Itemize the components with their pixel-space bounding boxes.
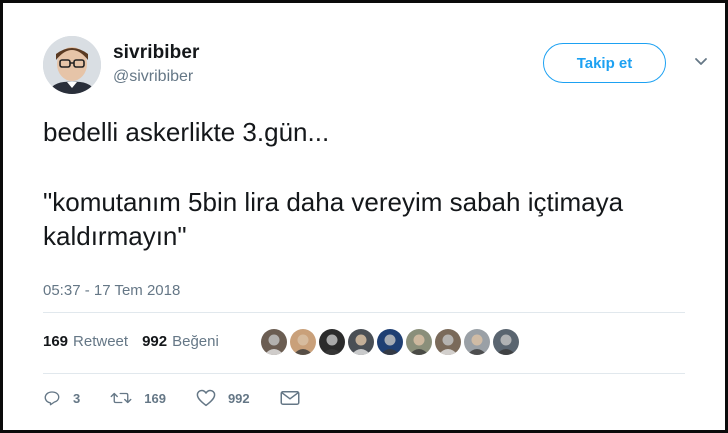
author-names: sivribiber @sivribiber [113, 42, 200, 86]
liker-avatar[interactable] [435, 329, 461, 355]
tweet-header: sivribiber @sivribiber Takip et [43, 36, 707, 100]
liker-avatar-8-icon [464, 329, 490, 355]
liker-avatar[interactable] [261, 329, 287, 355]
envelope-icon [280, 391, 300, 405]
liker-avatar[interactable] [377, 329, 403, 355]
like-stat[interactable]: 992 Beğeni [142, 333, 219, 350]
tweet-actions: 3 169 992 [43, 389, 342, 407]
author-display-name[interactable]: sivribiber [113, 42, 200, 64]
tweet-line-1: bedelli askerlikte 3.gün... [43, 117, 330, 147]
tweet-timestamp[interactable]: 05:37 - 17 Tem 2018 [43, 282, 180, 299]
reply-button[interactable]: 3 [43, 389, 80, 407]
user-avatar-photo [43, 36, 101, 94]
direct-message-button[interactable] [280, 390, 312, 406]
tweet-card: sivribiber @sivribiber Takip et bedelli … [0, 0, 728, 433]
like-button[interactable]: 992 [196, 389, 250, 407]
divider [43, 312, 685, 313]
author-handle[interactable]: @sivribiber [113, 68, 200, 86]
chevron-down-icon[interactable] [693, 54, 709, 70]
retweet-stat-label: Retweet [73, 333, 129, 350]
reply-icon [44, 391, 60, 406]
liker-avatar-4-icon [348, 329, 374, 355]
retweet-action-count: 169 [144, 390, 166, 406]
like-action-count: 992 [227, 390, 250, 406]
liker-avatar-6-icon [406, 329, 432, 355]
like-stat-count: 992 [142, 333, 168, 350]
heart-icon [196, 389, 216, 407]
liker-avatar[interactable] [464, 329, 490, 355]
reply-count: 3 [73, 390, 81, 406]
liker-avatar-7-icon [435, 329, 461, 355]
tweet-text: bedelli askerlikte 3.gün... "komutanım 5… [43, 115, 683, 253]
retweet-button[interactable]: 169 [110, 389, 166, 407]
liker-avatar-3-icon [319, 329, 345, 355]
liker-avatar[interactable] [493, 329, 519, 355]
liker-avatar-5-icon [377, 329, 403, 355]
author-avatar[interactable] [43, 36, 101, 94]
liker-avatar-2-icon [290, 329, 316, 355]
like-stat-label: Beğeni [172, 333, 219, 350]
retweet-stat-count: 169 [43, 333, 69, 350]
retweet-icon [110, 392, 132, 404]
liker-avatar[interactable] [406, 329, 432, 355]
divider [43, 373, 685, 374]
liker-avatar[interactable] [319, 329, 345, 355]
liker-avatar[interactable] [348, 329, 374, 355]
retweet-stat[interactable]: 169 Retweet [43, 333, 128, 350]
liker-avatar-9-icon [493, 329, 519, 355]
liker-avatar-1-icon [261, 329, 287, 355]
follow-button[interactable]: Takip et [543, 43, 666, 83]
liker-avatar[interactable] [290, 329, 316, 355]
liker-avatars [261, 329, 522, 355]
tweet-line-2: "komutanım 5bin lira daha vereyim sabah … [43, 187, 624, 251]
tweet-stats: 169 Retweet 992 Beğeni [43, 333, 219, 350]
